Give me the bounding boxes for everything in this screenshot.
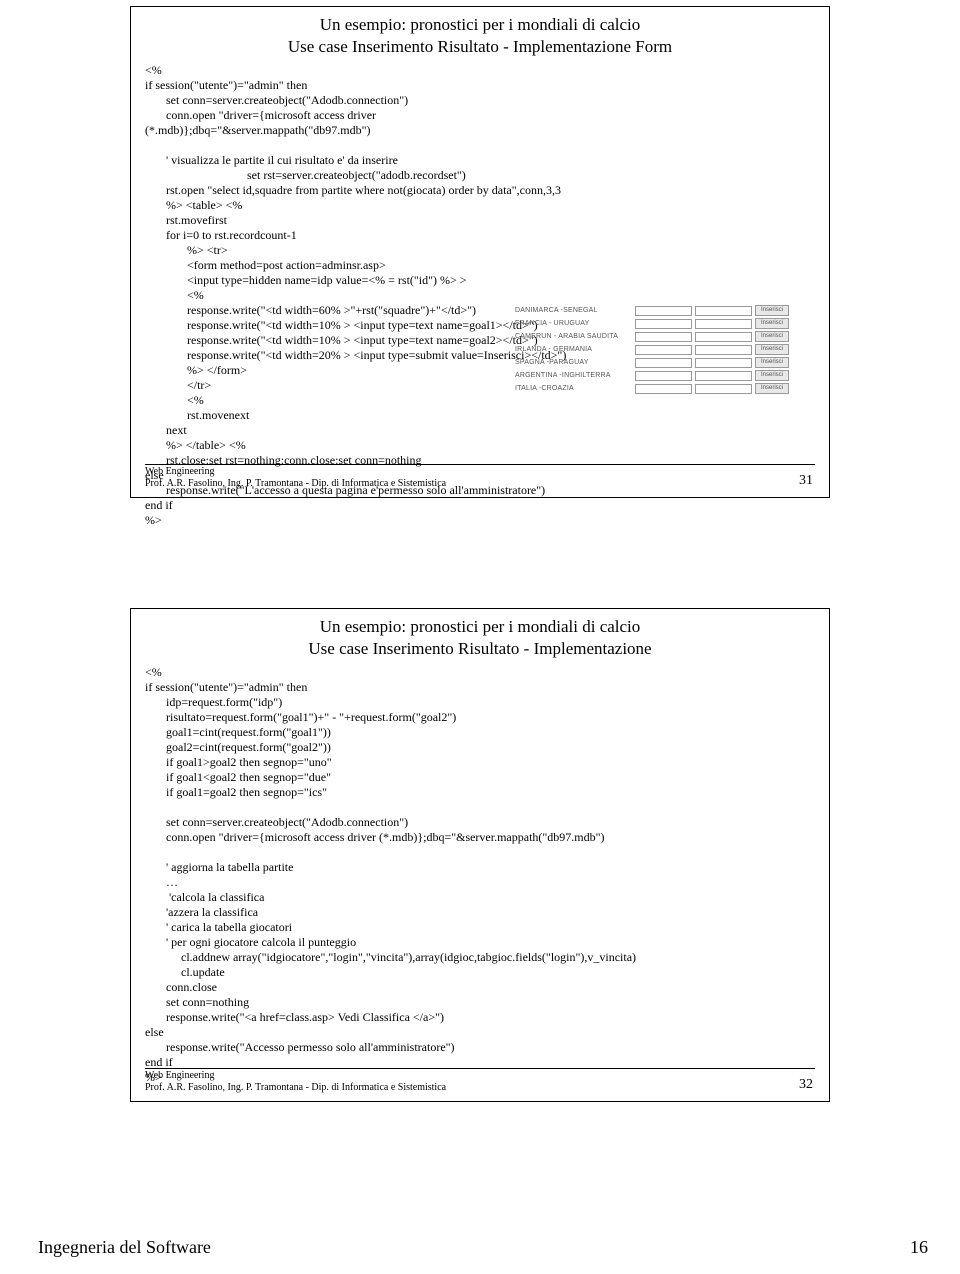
- slide-31: Un esempio: pronostici per i mondiali di…: [130, 6, 830, 498]
- match-label: SPAGNA -PARAGUAY: [515, 359, 635, 366]
- match-row: SPAGNA -PARAGUAY Inserisci: [515, 357, 805, 368]
- submit-button[interactable]: Inserisci: [755, 331, 789, 342]
- submit-button[interactable]: Inserisci: [755, 344, 789, 355]
- slide-number: 31: [799, 473, 813, 489]
- slide-title: Un esempio: pronostici per i mondiali di…: [145, 617, 815, 637]
- match-label: ITALIA -CROAZIA: [515, 385, 635, 392]
- footer-authors: Prof. A.R. Fasolino, Ing. P. Tramontana …: [145, 478, 446, 489]
- footer-course: Web Engineering: [145, 466, 214, 477]
- goal2-input[interactable]: [695, 384, 752, 394]
- slide-subtitle: Use case Inserimento Risultato - Impleme…: [145, 37, 815, 57]
- slide-subtitle: Use case Inserimento Risultato - Impleme…: [145, 639, 815, 659]
- document-footer-page: 16: [910, 1237, 928, 1258]
- footer-course: Web Engineering: [145, 1070, 214, 1081]
- goal2-input[interactable]: [695, 306, 752, 316]
- slide-footer: Web Engineering Prof. A.R. Fasolino, Ing…: [145, 466, 446, 489]
- code-block: <% if session("utente")="admin" then set…: [145, 63, 815, 528]
- submit-button[interactable]: Inserisci: [755, 370, 789, 381]
- goal1-input[interactable]: [635, 306, 692, 316]
- match-label: IRLANDA - GERMANIA: [515, 346, 635, 353]
- submit-button[interactable]: Inserisci: [755, 318, 789, 329]
- match-label: FRANCIA - URUGUAY: [515, 320, 635, 327]
- submit-button[interactable]: Inserisci: [755, 305, 789, 316]
- goal1-input[interactable]: [635, 345, 692, 355]
- slide-title: Un esempio: pronostici per i mondiali di…: [145, 15, 815, 35]
- goal1-input[interactable]: [635, 371, 692, 381]
- goal2-input[interactable]: [695, 358, 752, 368]
- submit-button[interactable]: Inserisci: [755, 383, 789, 394]
- match-row: FRANCIA - URUGUAY Inserisci: [515, 318, 805, 329]
- form-preview-overlay: DANIMARCA -SENEGAL Inserisci FRANCIA - U…: [515, 305, 805, 396]
- submit-button[interactable]: Inserisci: [755, 357, 789, 368]
- goal2-input[interactable]: [695, 345, 752, 355]
- match-label: CAMERUN - ARABIA SAUDITA: [515, 333, 635, 340]
- goal1-input[interactable]: [635, 384, 692, 394]
- goal2-input[interactable]: [695, 332, 752, 342]
- match-row: IRLANDA - GERMANIA Inserisci: [515, 344, 805, 355]
- document-footer-left: Ingegneria del Software: [38, 1237, 211, 1258]
- match-row: DANIMARCA -SENEGAL Inserisci: [515, 305, 805, 316]
- footer-divider: [145, 1068, 815, 1069]
- slide-footer: Web Engineering Prof. A.R. Fasolino, Ing…: [145, 1070, 446, 1093]
- footer-divider: [145, 464, 815, 465]
- footer-authors: Prof. A.R. Fasolino, Ing. P. Tramontana …: [145, 1082, 446, 1093]
- goal1-input[interactable]: [635, 358, 692, 368]
- slide-number: 32: [799, 1077, 813, 1093]
- goal2-input[interactable]: [695, 371, 752, 381]
- goal1-input[interactable]: [635, 332, 692, 342]
- match-row: CAMERUN - ARABIA SAUDITA Inserisci: [515, 331, 805, 342]
- match-row: ARGENTINA -INGHILTERRA Inserisci: [515, 370, 805, 381]
- slide-32: Un esempio: pronostici per i mondiali di…: [130, 608, 830, 1102]
- match-row: ITALIA -CROAZIA Inserisci: [515, 383, 805, 394]
- goal1-input[interactable]: [635, 319, 692, 329]
- code-block: <% if session("utente")="admin" then idp…: [145, 665, 815, 1085]
- goal2-input[interactable]: [695, 319, 752, 329]
- match-label: DANIMARCA -SENEGAL: [515, 307, 635, 314]
- match-label: ARGENTINA -INGHILTERRA: [515, 372, 635, 379]
